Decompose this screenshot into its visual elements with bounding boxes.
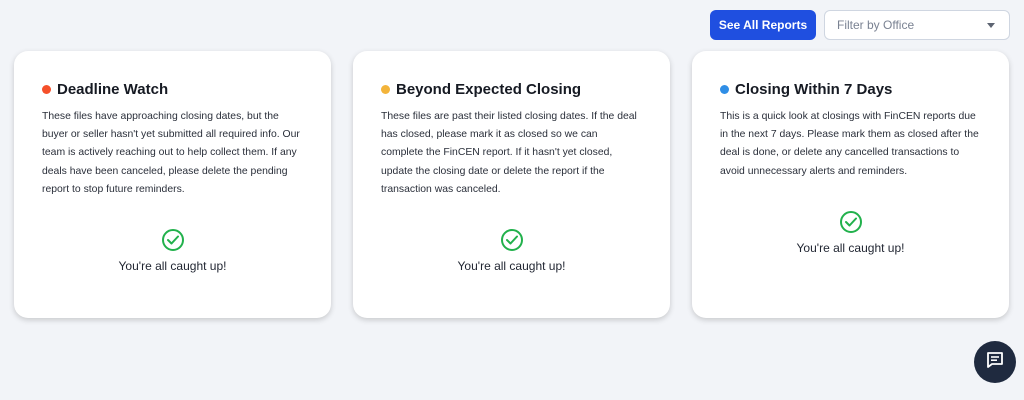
closing-within-7-days-card: Closing Within 7 Days This is a quick lo…: [692, 51, 1009, 318]
beyond-expected-closing-card: Beyond Expected Closing These files are …: [353, 51, 670, 318]
check-circle-icon: [161, 229, 184, 252]
office-filter-placeholder: Filter by Office: [837, 18, 915, 32]
caught-up-text: You're all caught up!: [118, 259, 227, 274]
card-header: Deadline Watch: [42, 81, 303, 98]
check-circle-icon: [500, 229, 523, 252]
card-title: Closing Within 7 Days: [735, 81, 893, 98]
card-header: Closing Within 7 Days: [720, 81, 981, 98]
card-description: These files are past their listed closin…: [381, 111, 637, 195]
card-description: These files have approaching closing dat…: [42, 111, 300, 195]
see-all-reports-button[interactable]: See All Reports: [710, 10, 816, 40]
caught-up-text: You're all caught up!: [457, 259, 566, 274]
summary-cards: Deadline Watch These files have approach…: [14, 51, 1009, 318]
status-dot: [720, 85, 729, 94]
toolbar: See All Reports Filter by Office: [710, 10, 1010, 40]
office-filter-select[interactable]: Filter by Office: [824, 10, 1010, 40]
status-dot: [42, 85, 51, 94]
check-circle-icon: [839, 210, 862, 233]
card-title: Deadline Watch: [57, 81, 169, 98]
deadline-watch-card: Deadline Watch These files have approach…: [14, 51, 331, 318]
card-description: This is a quick look at closings with Fi…: [720, 111, 979, 177]
chat-icon: [986, 351, 1004, 374]
caught-up-text: You're all caught up!: [796, 240, 905, 255]
caught-up-state: You're all caught up!: [381, 229, 642, 273]
caught-up-state: You're all caught up!: [42, 229, 303, 273]
card-header: Beyond Expected Closing: [381, 81, 642, 98]
status-dot: [381, 85, 390, 94]
chat-button[interactable]: [974, 341, 1016, 383]
card-title: Beyond Expected Closing: [396, 81, 582, 98]
chevron-down-icon: [987, 22, 995, 28]
caught-up-state: You're all caught up!: [720, 210, 981, 255]
